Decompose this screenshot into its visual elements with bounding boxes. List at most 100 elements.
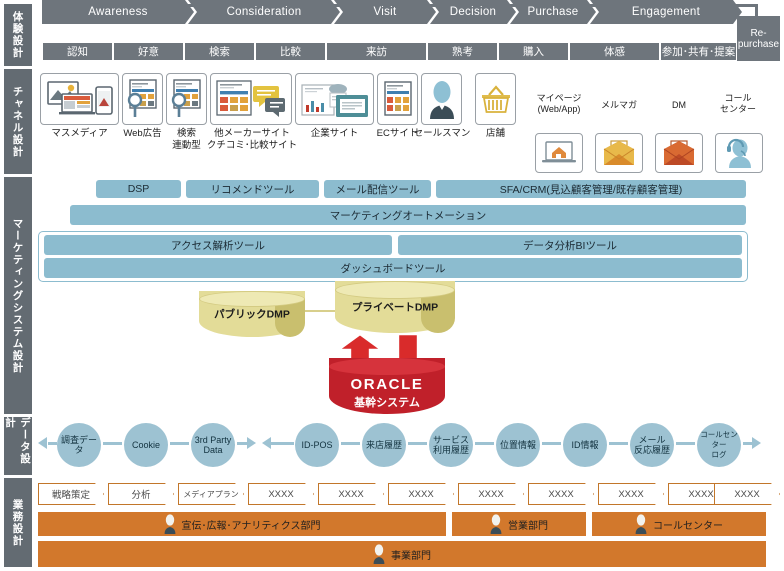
department-business-unit[interactable]: 事業部門 [38, 541, 766, 567]
channel-card-callcenter[interactable] [715, 133, 763, 173]
stage-hikaku[interactable]: 比較 [255, 42, 326, 61]
channel-card-web-ad[interactable] [122, 73, 163, 125]
data-circle-service-usage[interactable]: サービス 利用履歴 [429, 423, 473, 467]
rail-label: マーケティングシステム設計 [11, 217, 24, 374]
business-step-label: XXXX [734, 488, 760, 500]
data-circle-label: ID情報 [571, 440, 599, 450]
rail-experience-design: 体験設計 [4, 4, 32, 66]
phase-purchase[interactable]: Purchase [510, 0, 596, 24]
data-circle-label: 3rd Party Data [194, 435, 232, 455]
stage-raihou[interactable]: 来訪 [326, 42, 427, 61]
cylinder-top [335, 281, 455, 299]
data-connector [271, 442, 294, 445]
mailmagazine-icon [603, 140, 635, 165]
data-circle-callcenter-log[interactable]: コールセンター ログ [697, 423, 741, 467]
channel-card-mailmagazine[interactable] [595, 133, 643, 173]
data-connector [609, 442, 628, 445]
stage-sanka-kyouyuu-teian[interactable]: 参加･共有･提案 [660, 42, 737, 61]
channel-card-ec-site[interactable] [377, 73, 418, 125]
tool-recommend[interactable]: リコメンドツール [186, 180, 319, 198]
rail-label: チャネル設計 [11, 85, 24, 158]
department-callcenter[interactable]: コールセンター [592, 512, 766, 536]
channel-card-review-site[interactable] [210, 73, 292, 125]
business-step-4[interactable]: XXXX [248, 483, 314, 505]
data-circle-3rd-party[interactable]: 3rd Party Data [191, 423, 235, 467]
business-step-9[interactable]: XXXX [598, 483, 664, 505]
data-circle-location[interactable]: 位置情報 [496, 423, 540, 467]
phase-label: Awareness [88, 6, 148, 18]
channel-card-dm[interactable] [655, 133, 703, 173]
phase-consideration[interactable]: Consideration [188, 0, 340, 24]
data-circle-id-pos[interactable]: ID-POS [295, 423, 339, 467]
stage-kensaku[interactable]: 検索 [184, 42, 255, 61]
channel-card-salesman[interactable] [421, 73, 462, 125]
stage-jukkou[interactable]: 熟考 [427, 42, 498, 61]
stage-label: 熟考 [452, 46, 473, 58]
data-circle-mail-response[interactable]: メール 反応履歴 [630, 423, 674, 467]
department-pr-analytics[interactable]: 宣伝･広報･アナリティクス部門 [38, 512, 446, 536]
business-step-7[interactable]: XXXX [458, 483, 524, 505]
public-dmp-cylinder[interactable]: パブリックDMP [199, 291, 305, 337]
tool-marketing-automation[interactable]: マーケティングオートメーション [70, 205, 746, 225]
rail-channel-design: チャネル設計 [4, 69, 32, 174]
data-circle-label: Cookie [131, 440, 160, 450]
business-step-media-plan[interactable]: メディアプラン [178, 483, 244, 505]
callcenter-icon [727, 138, 751, 168]
business-step-6[interactable]: XXXX [388, 483, 454, 505]
stage-koui[interactable]: 好意 [113, 42, 184, 61]
channel-card-search-ad[interactable] [166, 73, 207, 125]
phase-engagement[interactable]: Engagement [590, 0, 742, 24]
business-step-label: XXXX [548, 488, 574, 500]
person-icon [373, 544, 385, 564]
tool-dashboard[interactable]: ダッシュボードツール [44, 258, 742, 278]
tool-mail-delivery[interactable]: メール配信ツール [324, 180, 431, 198]
channel-card-mypage[interactable] [535, 133, 583, 173]
oracle-core-system-cylinder[interactable]: ORACLE 基幹システム [329, 358, 445, 414]
stage-label: 認知 [67, 46, 88, 58]
stage-label: 参加･共有･提案 [661, 46, 736, 58]
business-step-label: XXXX [338, 488, 364, 500]
data-circle-visit-history[interactable]: 来店履歴 [362, 423, 406, 467]
phase-awareness[interactable]: Awareness [42, 0, 194, 24]
business-step-11[interactable]: XXXX [714, 483, 780, 505]
data-flow-arrow-right-icon [752, 437, 761, 449]
channel-card-mass-media[interactable] [40, 73, 119, 125]
channel-label-dm: DM [672, 100, 686, 110]
channel-label-mailmagazine: メルマガ [600, 100, 637, 110]
tool-bi-analytics[interactable]: データ分析BIツール [398, 235, 742, 255]
channel-card-corporate-site[interactable] [295, 73, 374, 125]
business-step-5[interactable]: XXXX [318, 483, 384, 505]
tool-sfa-crm[interactable]: SFA/CRM(見込顧客管理/既存顧客管理) [436, 180, 746, 198]
business-step-8[interactable]: XXXX [528, 483, 594, 505]
phase-decision[interactable]: Decision [430, 0, 516, 24]
tool-label: ダッシュボードツール [340, 262, 446, 275]
private-dmp-cylinder[interactable]: プライベートDMP [335, 281, 455, 333]
department-sales[interactable]: 営業部門 [452, 512, 586, 536]
business-step-analysis[interactable]: 分析 [108, 483, 174, 505]
data-connector [676, 442, 695, 445]
data-circle-id-info[interactable]: ID情報 [563, 423, 607, 467]
tool-access-analytics[interactable]: アクセス解析ツール [44, 235, 392, 255]
channel-card-store[interactable] [475, 73, 516, 125]
data-circle-cookie[interactable]: Cookie [124, 423, 168, 467]
phase-repurchase[interactable]: Re- purchase [737, 16, 780, 61]
data-circle-label: 位置情報 [499, 440, 536, 450]
data-circle-label: 調査データ [60, 435, 97, 455]
business-step-label: XXXX [478, 488, 504, 500]
tool-label: データ分析BIツール [523, 239, 617, 252]
business-step-strategy[interactable]: 戦略策定 [38, 483, 104, 505]
web-ad-icon [127, 79, 157, 117]
stage-taikan[interactable]: 体感 [569, 42, 660, 61]
data-circle-survey[interactable]: 調査データ [57, 423, 101, 467]
store-icon [481, 85, 510, 113]
data-converge-arrow-left-icon [262, 437, 271, 449]
stage-ninchi[interactable]: 認知 [42, 42, 113, 61]
phase-visit[interactable]: Visit [334, 0, 436, 24]
stage-kounyuu[interactable]: 購入 [498, 42, 569, 61]
repurchase-line2: purchase [737, 38, 780, 50]
private-dmp-label: プライベートDMP [351, 301, 439, 314]
channel-label-mass-media: マスメディア [51, 128, 108, 139]
tool-dsp[interactable]: DSP [96, 180, 181, 198]
phase-label: Decision [449, 6, 497, 18]
tool-label: DSP [127, 183, 150, 195]
